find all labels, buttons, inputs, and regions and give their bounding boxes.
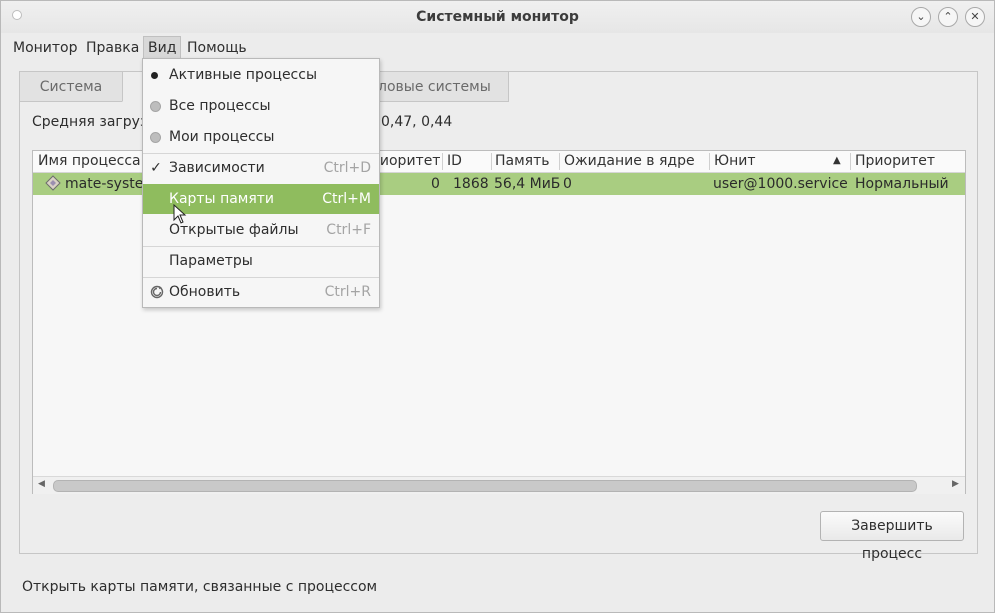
scrollbar-thumb[interactable] — [53, 480, 917, 492]
menu-item-shortcut: Ctrl+M — [322, 191, 371, 207]
radio-icon — [150, 132, 161, 143]
maximize-button[interactable]: ⌃ — [938, 7, 958, 27]
app-window: Системный монитор ⌄ ⌃ ✕ Монитор Правка В… — [0, 0, 995, 613]
radio-icon — [150, 101, 161, 112]
minimize-button[interactable]: ⌄ — [911, 7, 931, 27]
menu-item-shortcut: Ctrl+F — [326, 222, 371, 238]
menu-item-label: Параметры — [169, 253, 253, 269]
column-priority[interactable]: Приоритет — [855, 153, 935, 169]
menu-item-label: Активные процессы — [169, 67, 318, 83]
column-id[interactable]: ID — [447, 153, 462, 169]
menu-edit[interactable]: Правка — [82, 37, 143, 59]
column-separator — [491, 153, 492, 170]
menu-item-label: Все процессы — [169, 98, 271, 114]
radio-selected-icon — [151, 72, 158, 79]
column-separator — [442, 153, 443, 170]
menu-view[interactable]: Вид — [143, 36, 182, 59]
scroll-right-icon[interactable]: ▶ — [952, 479, 959, 489]
column-separator — [709, 153, 710, 170]
column-separator — [559, 153, 560, 170]
cell-nice: 0 — [431, 176, 440, 192]
cell-unit: user@1000.service — [713, 176, 848, 192]
menu-item-my-processes[interactable]: Мои процессы — [143, 122, 379, 152]
column-process-name[interactable]: Имя процесса — [38, 153, 141, 169]
process-icon — [45, 175, 61, 195]
menu-item-label: Обновить — [169, 284, 241, 300]
status-bar-text: Открыть карты памяти, связанные с процес… — [22, 579, 378, 595]
tab-system[interactable]: Система — [19, 71, 123, 102]
menubar: Монитор Правка Вид Помощь — [1, 34, 994, 59]
menu-item-label: Зависимости — [169, 160, 265, 176]
column-separator — [850, 153, 851, 170]
menu-item-active-processes[interactable]: Активные процессы — [143, 60, 379, 90]
menu-item-shortcut: Ctrl+D — [323, 160, 371, 176]
refresh-icon — [150, 277, 164, 307]
column-nice[interactable]: риоритет — [371, 153, 440, 169]
menu-item-label: Открытые файлы — [169, 222, 299, 238]
tab-filesystems[interactable]: ловые системы — [375, 71, 509, 102]
check-icon: ✓ — [150, 160, 162, 176]
column-unit[interactable]: Юнит — [714, 153, 756, 169]
title-bar[interactable]: Системный монитор ⌄ ⌃ ✕ — [1, 1, 994, 33]
mouse-cursor-icon — [173, 203, 187, 228]
window-title: Системный монитор — [416, 9, 579, 25]
scroll-left-icon[interactable]: ◀ — [38, 479, 45, 489]
close-button[interactable]: ✕ — [965, 7, 985, 27]
end-process-button[interactable]: Завершить процесс — [820, 511, 964, 562]
sort-ascending-icon: ▲ — [833, 155, 841, 166]
menu-item-shortcut: Ctrl+R — [324, 284, 371, 300]
menu-item-preferences[interactable]: Параметры — [143, 246, 379, 276]
menu-monitor[interactable]: Монитор — [9, 37, 82, 59]
view-menu-dropdown: Активные процессы Все процессы Мои проце… — [142, 58, 380, 308]
menu-item-all-processes[interactable]: Все процессы — [143, 91, 379, 121]
cell-process-name: mate-syster — [65, 176, 150, 192]
menu-item-dependencies[interactable]: ✓ Зависимости Ctrl+D — [143, 153, 379, 183]
load-average-label: Средняя загрузк — [32, 114, 156, 130]
menu-item-refresh[interactable]: Обновить Ctrl+R — [143, 277, 379, 307]
menu-help[interactable]: Помощь — [183, 37, 251, 59]
column-memory[interactable]: Память — [495, 153, 550, 169]
menu-item-label: Мои процессы — [169, 129, 275, 145]
cell-memory: 56,4 МиБ — [494, 176, 561, 192]
cell-wait-channel: 0 — [563, 176, 572, 192]
horizontal-scrollbar[interactable]: ◀ ▶ — [33, 476, 965, 494]
load-average-values: 0,47, 0,44 — [381, 114, 453, 130]
cell-id: 1868 — [453, 176, 489, 192]
cell-priority: Нормальный — [855, 176, 949, 192]
column-wait-channel[interactable]: Ожидание в ядре — [564, 153, 695, 169]
